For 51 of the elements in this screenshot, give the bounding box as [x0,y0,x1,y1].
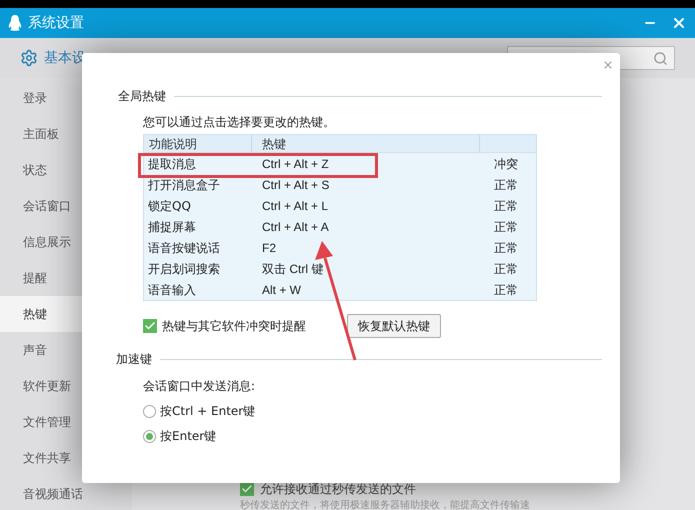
table-row[interactable]: 提取消息 Ctrl + Alt + Z 冲突 [144,153,536,174]
table-cell-text: Alt + W [261,282,302,298]
table-cell-text: Ctrl + Alt + L [261,198,330,214]
option-note: 秒传发送的文件，将使用极速服务器辅助接收，能提高文件传输速 [240,500,531,510]
restore-button[interactable]: 恢复默认热键 [347,314,441,338]
column-header: 热键 [252,135,480,152]
table-cell-text: 正常 [494,282,518,298]
radio-button[interactable] [143,430,156,442]
table-cell-text: 捕捉屏幕 [147,218,197,236]
close-icon[interactable] [602,59,614,71]
table-cell-text: 正常 [494,198,518,214]
table-cell-text: F2 [261,240,278,256]
table-cell-text: 打开消息盒子 [147,176,221,194]
option-label: 允许接收通过秒传发送的文件 [260,481,416,498]
table-row[interactable]: 开启划词搜索 双击 Ctrl 键 正常 [144,258,536,279]
table-cell-text: 双击 Ctrl 键 [261,260,324,278]
table-cell-text: 正常 [494,260,518,278]
table-row[interactable]: 语音输入 Alt + W 正常 [144,279,536,300]
table-cell-text: 正常 [494,240,518,256]
checkbox[interactable] [143,319,157,333]
penguin-icon [8,15,22,31]
table-cell-text: 冲突 [494,156,518,172]
table-row[interactable]: 语音按键说话 F2 正常 [144,237,536,258]
table-cell-text: Ctrl + Alt + S [261,176,330,194]
sidebar-item[interactable]: 音视频通话 [0,476,132,510]
gear-icon [20,49,38,67]
checkbox-label: 热键与其它软件冲突时提醒 [162,318,307,335]
section-title: 全局热键 [118,88,166,105]
table-cell-text: 语音输入 [147,282,197,298]
column-header: 功能说明 [144,135,252,152]
table-row[interactable]: 锁定QQ Ctrl + Alt + L 正常 [144,195,536,216]
hint-text: 您可以通过点击选择要更改的热键。 [143,114,336,131]
table-cell-text: 提取消息 [147,156,197,172]
option-label: 会话窗口中发送消息: [143,378,256,395]
table-cell-text: Ctrl + Alt + A [261,218,330,236]
table-row[interactable]: 捕捉屏幕 Ctrl + Alt + A 正常 [144,216,536,237]
search-icon [653,50,668,66]
checkbox[interactable] [240,482,254,496]
close-icon[interactable] [671,15,687,31]
section-title: 加速键 [116,351,152,368]
table-cell-text: 开启划词搜索 [147,260,221,278]
radio-label: 按Enter键 [160,428,216,445]
table-cell-text: Ctrl + Alt + Z [261,156,330,172]
table-row[interactable]: 打开消息盒子 Ctrl + Alt + S 正常 [144,174,536,195]
radio-button[interactable] [143,404,156,418]
table-cell-text: 语音按键说话 [147,240,221,256]
table-cell-text: 锁定QQ [147,198,192,214]
table-cell-text: 正常 [494,218,518,236]
window-title: 系统设置 [28,14,84,32]
table-cell-text: 正常 [494,176,518,194]
radio-label: 按Ctrl + Enter键 [160,403,256,420]
